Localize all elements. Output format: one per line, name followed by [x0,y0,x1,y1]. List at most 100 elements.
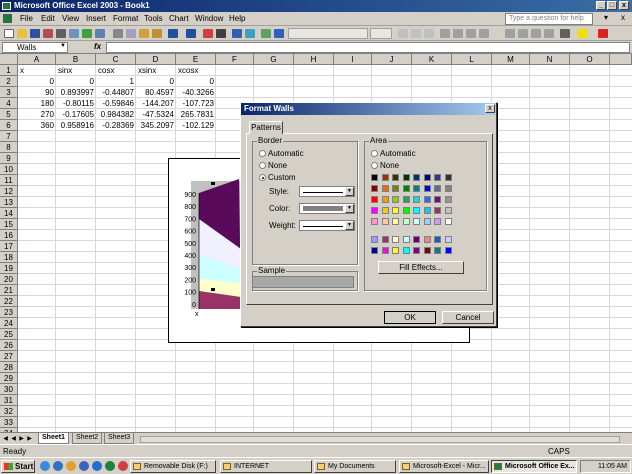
spelling-icon[interactable] [82,29,92,38]
row-header[interactable]: 1 [0,65,18,76]
excel-icon[interactable] [105,461,115,471]
color-swatch[interactable] [434,207,441,214]
cell-a5[interactable]: 270 [18,109,56,120]
dialog-close-icon[interactable]: x [485,104,495,113]
cell-c5[interactable]: 0.984382 [96,109,136,120]
border-style-select[interactable]: ▼ [299,186,355,197]
row-header[interactable]: 32 [0,406,18,417]
color-swatch[interactable] [434,247,441,254]
color-swatch[interactable] [381,196,389,203]
column-header[interactable]: L [452,54,492,65]
color-swatch[interactable] [444,236,452,243]
cell-e2[interactable]: 0 [176,76,216,87]
color-swatch[interactable] [371,207,378,214]
selection-handle[interactable] [211,288,215,291]
color-swatch[interactable] [381,185,389,192]
cell-b6[interactable]: 0.958916 [56,120,96,131]
color-swatch[interactable] [413,174,420,181]
tab-patterns[interactable]: Patterns [249,121,283,134]
prev-sheet-icon[interactable]: ◀ [10,435,17,443]
color-swatch[interactable] [392,236,399,243]
cell-d5[interactable]: -47.5324 [136,109,176,120]
help-dropdown-icon[interactable]: ▾ [604,13,608,22]
row-header[interactable]: 28 [0,362,18,373]
border-custom-radio[interactable]: Custom [259,173,296,182]
print-preview-icon[interactable] [69,29,79,38]
redo-icon[interactable] [186,29,196,38]
task-removable-disk[interactable]: Removable Disk (F:) [130,460,216,473]
borders-icon[interactable] [560,29,570,38]
color-swatch[interactable] [402,236,410,243]
menu-edit[interactable]: Edit [41,14,55,23]
increase-indent-icon[interactable] [544,29,554,38]
row-header[interactable]: 23 [0,307,18,318]
align-right-icon[interactable] [466,29,476,38]
name-box-dropdown-icon[interactable]: ▼ [60,43,66,49]
sort-icon[interactable] [232,29,242,38]
row-header[interactable]: 31 [0,395,18,406]
row-header[interactable]: 25 [0,329,18,340]
color-swatch[interactable] [381,174,389,181]
color-swatch[interactable] [392,247,399,254]
cell-a2[interactable]: 0 [18,76,56,87]
row-header[interactable]: 22 [0,296,18,307]
border-weight-select[interactable]: ▼ [299,220,355,231]
select-all-corner[interactable] [0,54,18,65]
row-header[interactable]: 26 [0,340,18,351]
open-icon[interactable] [17,29,27,38]
drawing-icon[interactable] [261,29,271,38]
menu-help[interactable]: Help [229,14,245,23]
color-swatch[interactable] [444,247,452,254]
menu-window[interactable]: Window [195,14,223,23]
color-swatch[interactable] [402,185,410,192]
cell-b5[interactable]: -0.17605 [56,109,96,120]
cell-c3[interactable]: -0.44807 [96,87,136,98]
fill-effects-button[interactable]: Fill Effects... [378,261,464,274]
chevron-down-icon[interactable]: ▼ [345,204,354,213]
row-header[interactable]: 5 [0,109,18,120]
color-swatch[interactable] [371,185,378,192]
row-header[interactable]: 33 [0,417,18,428]
color-swatch[interactable] [402,174,410,181]
color-swatch[interactable] [413,236,420,243]
color-swatch[interactable] [423,218,431,225]
cell-e1[interactable]: xcosx [176,65,216,76]
cell-b1[interactable]: sinx [56,65,96,76]
color-swatch[interactable] [371,174,378,181]
column-header[interactable]: K [412,54,452,65]
color-swatch[interactable] [402,247,410,254]
merge-center-icon[interactable] [479,29,489,38]
column-header[interactable]: O [570,54,610,65]
last-sheet-icon[interactable]: ▶ [26,435,33,443]
task-microsoft-office-excel[interactable]: Microsoft Office Ex... [491,460,577,473]
column-header[interactable]: N [530,54,570,65]
menu-view[interactable]: View [62,14,79,23]
row-header[interactable]: 16 [0,230,18,241]
menu-file[interactable]: File [20,14,33,23]
tab-sheet1[interactable]: Sheet1 [38,433,69,444]
color-swatch[interactable] [392,196,399,203]
cell-c2[interactable]: 1 [96,76,136,87]
cell-d1[interactable]: xsinx [136,65,176,76]
color-swatch[interactable] [402,207,410,214]
row-header[interactable]: 11 [0,175,18,186]
column-header[interactable]: I [334,54,372,65]
bold-icon[interactable] [398,29,408,38]
cell-c1[interactable]: cosx [96,65,136,76]
color-swatch[interactable] [381,218,389,225]
align-center-icon[interactable] [453,29,463,38]
chevron-down-icon[interactable]: ▼ [345,187,354,196]
color-swatch[interactable] [371,218,378,225]
menu-insert[interactable]: Insert [86,14,106,23]
menu-tools[interactable]: Tools [144,14,163,23]
area-none-radio[interactable]: None [371,161,399,170]
column-header[interactable]: F [216,54,254,65]
task-my-documents[interactable]: My Documents [314,460,396,473]
color-swatch[interactable] [381,247,389,254]
cell-e6[interactable]: -102.129 [176,120,216,131]
color-swatch[interactable] [371,196,378,203]
row-header[interactable]: 15 [0,219,18,230]
cell-a6[interactable]: 360 [18,120,56,131]
cell-e4[interactable]: -107.723 [176,98,216,109]
underline-icon[interactable] [424,29,434,38]
